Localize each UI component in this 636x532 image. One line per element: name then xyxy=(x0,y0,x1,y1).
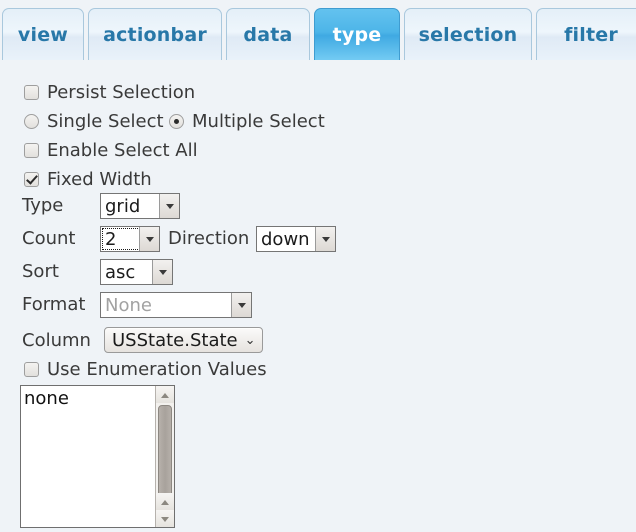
fixed-width-label: Fixed Width xyxy=(47,168,152,190)
persist-selection-checkbox[interactable] xyxy=(24,84,39,100)
chevron-down-icon[interactable] xyxy=(231,293,251,317)
type-combo[interactable]: grid xyxy=(100,193,180,219)
persist-selection-row[interactable]: Persist Selection xyxy=(24,80,195,104)
enumeration-listbox-items: none xyxy=(21,386,155,527)
direction-label: Direction xyxy=(168,228,250,249)
tab-actionbar-label: actionbar xyxy=(103,23,207,46)
column-select[interactable]: USState.State ⌄ xyxy=(104,327,263,353)
tab-filter[interactable]: filter xyxy=(536,8,636,60)
tab-selection[interactable]: selection xyxy=(404,8,532,60)
list-item[interactable]: none xyxy=(24,388,155,410)
tab-actionbar[interactable]: actionbar xyxy=(88,8,222,60)
use-enumeration-values-checkbox[interactable] xyxy=(24,361,39,377)
direction-combo-value: down xyxy=(261,228,310,250)
sort-combo[interactable]: asc xyxy=(100,259,173,285)
scroll-down-arrow-icon[interactable] xyxy=(156,510,174,527)
enable-select-all-row[interactable]: Enable Select All xyxy=(24,138,198,162)
enumeration-listbox[interactable]: none xyxy=(20,385,175,528)
sort-combo-value: asc xyxy=(105,261,136,283)
type-combo-value: grid xyxy=(105,195,141,217)
fixed-width-checkbox[interactable] xyxy=(24,171,39,187)
tab-filter-label: filter xyxy=(564,23,618,46)
format-combo[interactable]: None xyxy=(100,292,252,318)
tab-bar: view actionbar data type selection filte… xyxy=(0,0,636,62)
chevron-down-icon[interactable] xyxy=(152,260,172,284)
scroll-up-arrow-icon[interactable] xyxy=(156,386,174,403)
chevron-down-icon[interactable] xyxy=(315,227,335,251)
format-combo-value: None xyxy=(105,294,152,316)
chevron-down-icon: ⌄ xyxy=(244,332,256,348)
chevron-down-icon[interactable] xyxy=(159,194,179,218)
count-combo-value: 2 xyxy=(105,228,117,250)
column-label: Column xyxy=(22,330,91,351)
tab-type-label: type xyxy=(332,23,382,46)
count-combo[interactable]: 2 xyxy=(100,226,160,252)
single-select-radio[interactable] xyxy=(24,113,39,129)
use-enumeration-values-row[interactable]: Use Enumeration Values xyxy=(24,357,267,381)
multiple-select-radio[interactable] xyxy=(169,113,184,129)
column-select-value: USState.State xyxy=(112,329,238,351)
tab-selection-label: selection xyxy=(418,23,518,46)
single-select-label: Single Select xyxy=(47,110,164,132)
multiple-select-label: Multiple Select xyxy=(192,110,325,132)
enumeration-listbox-scrollbar[interactable] xyxy=(155,386,174,527)
format-label: Format xyxy=(22,294,86,315)
enable-select-all-checkbox[interactable] xyxy=(24,142,39,158)
fixed-width-row[interactable]: Fixed Width xyxy=(24,167,152,191)
sort-label: Sort xyxy=(22,261,59,282)
use-enumeration-values-label: Use Enumeration Values xyxy=(47,358,267,380)
tab-type[interactable]: type xyxy=(314,8,400,60)
single-select-row[interactable]: Single Select xyxy=(24,109,164,133)
multiple-select-row[interactable]: Multiple Select xyxy=(169,109,325,133)
direction-combo[interactable]: down xyxy=(256,226,336,252)
type-label: Type xyxy=(22,195,64,216)
tab-data-label: data xyxy=(243,23,293,46)
chevron-down-icon[interactable] xyxy=(139,227,159,251)
count-label: Count xyxy=(22,228,76,249)
scrollbar-thumb[interactable] xyxy=(158,405,172,499)
scrollbar-track[interactable] xyxy=(156,403,174,499)
persist-selection-label: Persist Selection xyxy=(47,81,196,103)
enable-select-all-label: Enable Select All xyxy=(47,139,198,161)
tab-view-label: view xyxy=(17,23,69,46)
scroll-up-arrow-bottom-icon[interactable] xyxy=(156,493,174,510)
tab-view[interactable]: view xyxy=(2,8,84,60)
type-settings-panel: Persist Selection Single Select Multiple… xyxy=(0,62,636,532)
tab-data[interactable]: data xyxy=(226,8,310,60)
